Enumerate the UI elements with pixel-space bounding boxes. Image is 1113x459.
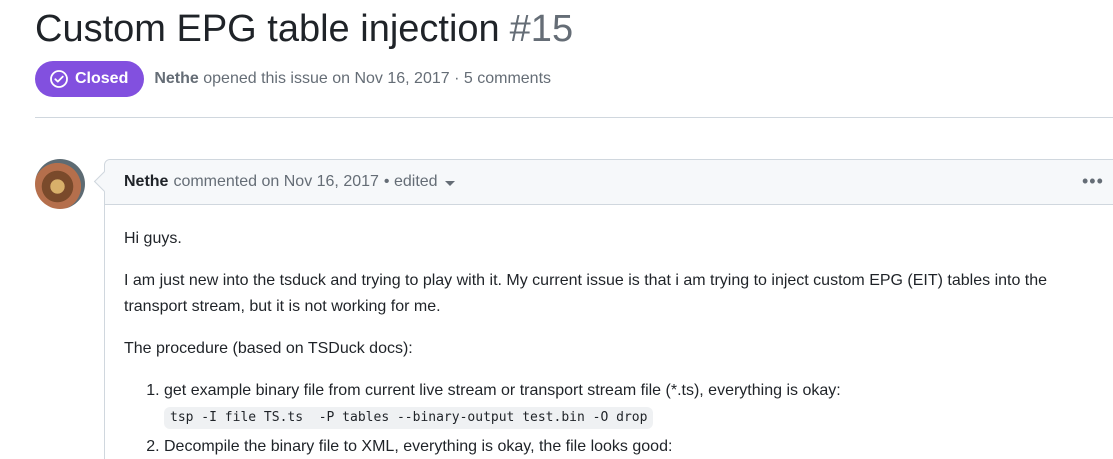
comment-date[interactable]: commented on Nov 16, 2017 (173, 173, 378, 191)
issue-number: #15 (509, 8, 574, 50)
step-text: get example binary file from current liv… (164, 382, 841, 399)
issue-meta: Closed Nethe opened this issue on Nov 16… (35, 61, 551, 97)
issue-author-link[interactable]: Nethe (154, 70, 198, 87)
edited-dropdown[interactable]: • edited (384, 173, 438, 191)
avatar[interactable] (35, 159, 85, 209)
issue-meta-text: Nethe opened this issue on Nov 16, 2017 … (154, 70, 551, 88)
issue-title: Custom EPG table injection #15 (35, 6, 573, 52)
comment-header-text: Nethe commented on Nov 16, 2017 • edited (124, 173, 455, 191)
paragraph: I am just new into the tsduck and trying… (124, 272, 1048, 315)
check-circle-icon (50, 70, 68, 88)
state-label: Closed (75, 70, 129, 87)
list-item: get example binary file from current liv… (164, 378, 1094, 430)
issue-opened-text: opened this issue on Nov 16, 2017 · 5 co… (203, 70, 552, 87)
list-item: Decompile the binary file to XML, everyt… (164, 434, 1094, 459)
code-snippet: tsp -I file TS.ts -P tables --binary-out… (164, 407, 654, 429)
issue-title-text: Custom EPG table injection (35, 8, 500, 50)
header-divider (35, 117, 1113, 118)
paragraph: The procedure (based on TSDuck docs): (124, 340, 413, 357)
comment-body: Hi guys. I am just new into the tsduck a… (124, 226, 1094, 459)
issue-page: Custom EPG table injection #15 Closed Net… (0, 0, 1113, 459)
kebab-menu-icon[interactable]: ••• (1082, 172, 1104, 190)
paragraph: Hi guys. (124, 230, 182, 247)
step-text: Decompile the binary file to XML, everyt… (164, 438, 673, 455)
chevron-down-icon[interactable] (444, 181, 455, 186)
comment-author-link[interactable]: Nethe (124, 173, 168, 191)
state-badge-closed: Closed (35, 61, 145, 97)
comment-box: Nethe commented on Nov 16, 2017 • edited… (104, 159, 1113, 459)
comment-header: Nethe commented on Nov 16, 2017 • edited… (105, 160, 1113, 205)
steps-list: get example binary file from current liv… (124, 378, 1094, 459)
